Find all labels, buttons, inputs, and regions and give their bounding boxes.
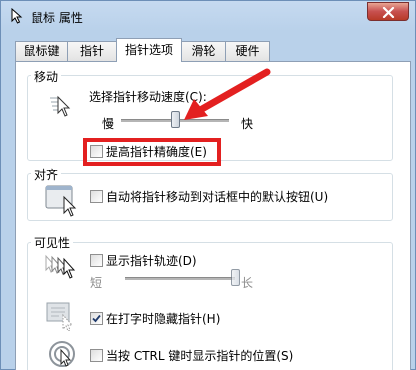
mouse-properties-window: 鼠标 属性 鼠标键 指针 指针选项 滑轮 硬件 移动 选择指针移动速度(C): … xyxy=(0,0,416,370)
annotation-arrow-icon xyxy=(184,68,271,120)
